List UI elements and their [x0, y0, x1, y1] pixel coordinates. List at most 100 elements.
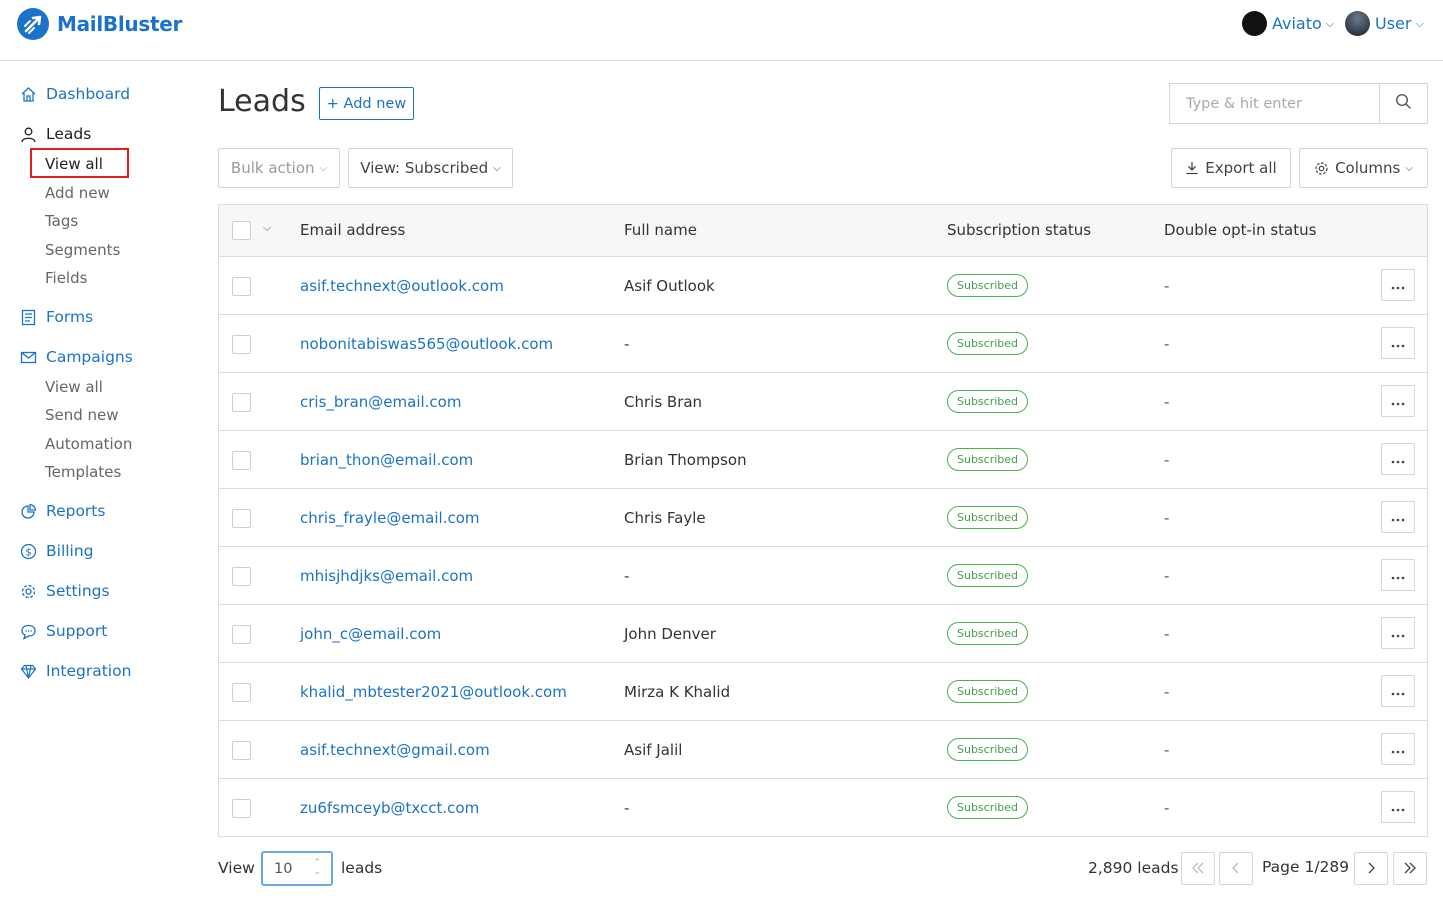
row-more-button[interactable] [1381, 675, 1415, 707]
user-menu[interactable]: User ⌵ [1345, 11, 1424, 36]
row-checkbox[interactable] [232, 625, 251, 644]
row-more-button[interactable] [1381, 443, 1415, 475]
status-badge: Subscribed [947, 390, 1029, 413]
export-all-button[interactable]: Export all [1171, 148, 1291, 188]
sidebar-item-dashboard[interactable]: Dashboard [19, 85, 130, 103]
sidebar-item-campaigns[interactable]: Campaigns [19, 348, 133, 366]
lead-email[interactable]: asif.technext@outlook.com [300, 277, 504, 295]
optin-status: - [1164, 741, 1170, 759]
org-switcher[interactable]: Aviato ⌵ [1242, 11, 1334, 36]
table-row: chris_frayle@email.com Chris Fayle Subsc… [219, 489, 1427, 547]
bulk-action-dropdown[interactable]: Bulk action ⌵ [218, 148, 340, 188]
lead-email[interactable]: khalid_mbtester2021@outlook.com [300, 683, 567, 701]
logo[interactable]: MailBluster [17, 8, 182, 40]
row-checkbox[interactable] [232, 567, 251, 586]
sidebar-sub-fields[interactable]: Fields [45, 269, 87, 287]
diamond-icon [19, 662, 37, 680]
sidebar-sub-tags[interactable]: Tags [45, 212, 78, 230]
more-horizontal-icon [1391, 276, 1405, 294]
lead-name: Asif Outlook [624, 277, 715, 295]
next-page-button[interactable] [1354, 852, 1388, 885]
lead-email[interactable]: brian_thon@email.com [300, 451, 473, 469]
sidebar-item-settings[interactable]: Settings [19, 582, 110, 600]
row-checkbox[interactable] [232, 799, 251, 818]
status-badge: Subscribed [947, 738, 1029, 761]
chevron-down-icon: ⌵ [319, 162, 328, 174]
optin-status: - [1164, 683, 1170, 701]
add-new-lead-button[interactable]: + Add new [319, 87, 414, 120]
lead-email[interactable]: chris_frayle@email.com [300, 509, 480, 527]
status-badge: Subscribed [947, 622, 1029, 645]
top-bar: MailBluster Aviato ⌵ User ⌵ [0, 0, 1443, 61]
status-badge: Subscribed [947, 274, 1029, 297]
sidebar-item-forms[interactable]: Forms [19, 308, 93, 326]
row-checkbox[interactable] [232, 451, 251, 470]
table-header: ⌵ Email address Full name Subscription s… [219, 205, 1427, 257]
sidebar-item-integration[interactable]: Integration [19, 662, 131, 680]
last-page-button[interactable] [1393, 852, 1427, 885]
select-all-checkbox[interactable] [232, 221, 251, 240]
search-button[interactable] [1379, 84, 1427, 123]
form-icon [19, 308, 37, 326]
sidebar-sub-leads-view-all[interactable]: View all [45, 155, 103, 173]
sidebar-sub-segments[interactable]: Segments [45, 241, 120, 259]
sidebar-sub-send-new[interactable]: Send new [45, 406, 119, 424]
row-more-button[interactable] [1381, 327, 1415, 359]
search-input[interactable] [1170, 84, 1379, 123]
sidebar-item-support[interactable]: Support [19, 622, 107, 640]
row-more-button[interactable] [1381, 617, 1415, 649]
sidebar-sub-templates[interactable]: Templates [45, 463, 121, 481]
gear-icon [19, 582, 37, 600]
row-more-button[interactable] [1381, 269, 1415, 301]
sidebar-item-billing[interactable]: $ Billing [19, 542, 94, 560]
sidebar-sub-leads-add-new[interactable]: Add new [45, 184, 110, 202]
optin-status: - [1164, 277, 1170, 295]
row-more-button[interactable] [1381, 791, 1415, 823]
lead-email[interactable]: john_c@email.com [300, 625, 441, 643]
table-row: john_c@email.com John Denver Subscribed … [219, 605, 1427, 663]
columns-dropdown[interactable]: Columns ⌵ [1299, 148, 1428, 188]
lead-name: - [624, 799, 630, 817]
row-checkbox[interactable] [232, 683, 251, 702]
lead-email[interactable]: cris_bran@email.com [300, 393, 461, 411]
chevron-down-icon[interactable]: ⌵ [263, 221, 271, 235]
lead-name: - [624, 567, 630, 585]
gear-icon [1314, 161, 1329, 176]
row-more-button[interactable] [1381, 559, 1415, 591]
lead-email[interactable]: asif.technext@gmail.com [300, 741, 490, 759]
lead-name: Asif Jalil [624, 741, 683, 759]
search-icon [1395, 93, 1412, 114]
page-indicator: Page 1/289 [1262, 858, 1350, 876]
sidebar-item-leads[interactable]: Leads [19, 125, 91, 143]
dollar-icon: $ [19, 542, 37, 560]
lead-email[interactable]: zu6fsmceyb@txcct.com [300, 799, 479, 817]
row-checkbox[interactable] [232, 277, 251, 296]
row-checkbox[interactable] [232, 393, 251, 412]
lead-email[interactable]: mhisjhdjks@email.com [300, 567, 473, 585]
first-page-button[interactable] [1181, 852, 1215, 885]
lead-email[interactable]: nobonitabiswas565@outlook.com [300, 335, 553, 353]
sidebar-sub-automation[interactable]: Automation [45, 435, 132, 453]
row-more-button[interactable] [1381, 501, 1415, 533]
optin-status: - [1164, 509, 1170, 527]
leads-label: leads [341, 859, 383, 877]
row-checkbox[interactable] [232, 741, 251, 760]
more-horizontal-icon [1391, 740, 1405, 758]
prev-page-button[interactable] [1219, 852, 1253, 885]
table-row: cris_bran@email.com Chris Bran Subscribe… [219, 373, 1427, 431]
sidebar-item-reports[interactable]: Reports [19, 502, 105, 520]
view-label: View [218, 859, 255, 877]
more-horizontal-icon [1391, 798, 1405, 816]
view-filter-dropdown[interactable]: View: Subscribed ⌵ [348, 148, 513, 188]
row-checkbox[interactable] [232, 335, 251, 354]
optin-status: - [1164, 799, 1170, 817]
status-badge: Subscribed [947, 448, 1029, 471]
row-more-button[interactable] [1381, 385, 1415, 417]
row-more-button[interactable] [1381, 733, 1415, 765]
row-checkbox[interactable] [232, 509, 251, 528]
app-name: MailBluster [57, 12, 183, 36]
table-row: brian_thon@email.com Brian Thompson Subs… [219, 431, 1427, 489]
sidebar-sub-campaigns-view-all[interactable]: View all [45, 378, 103, 396]
user-icon [19, 125, 37, 143]
per-page-select[interactable]: 10 ⌃ ⌄ [261, 851, 333, 886]
